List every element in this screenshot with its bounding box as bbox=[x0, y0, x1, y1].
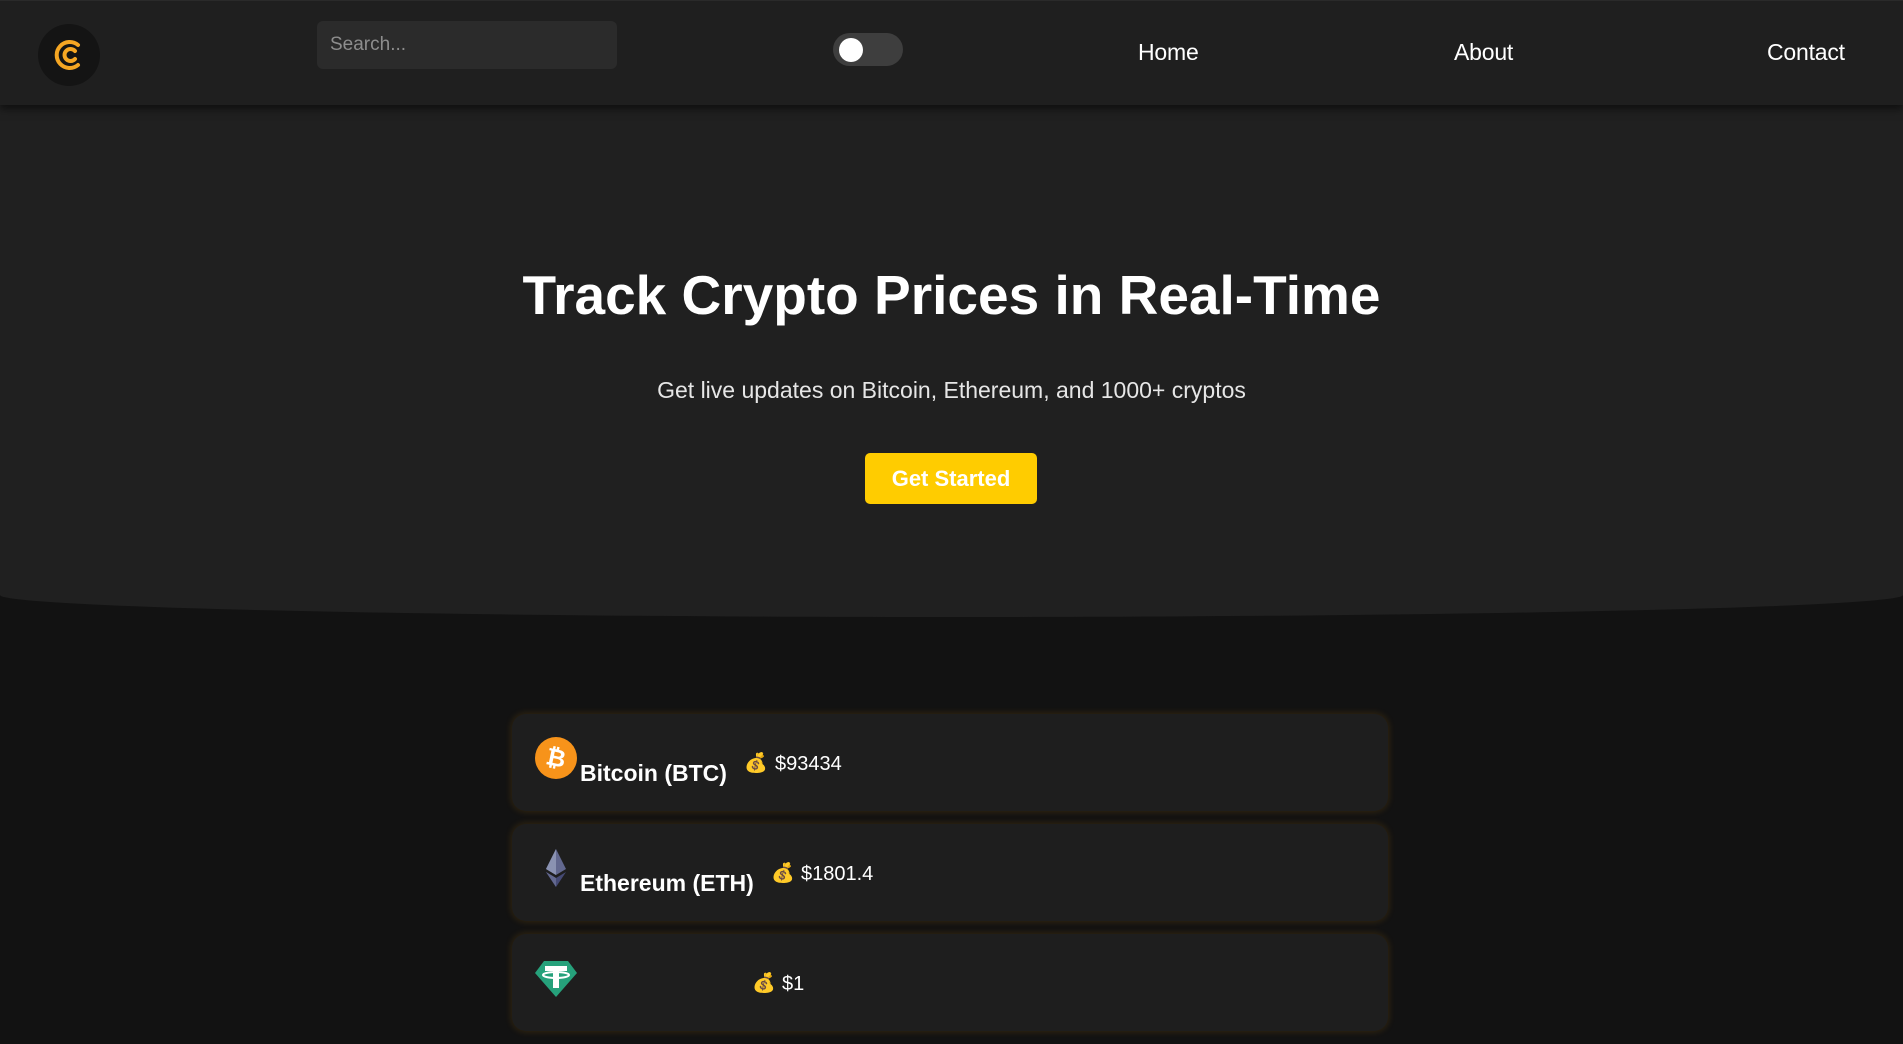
coin-card-bitcoin[interactable]: ₿ Bitcoin (BTC) 💰 $93434 bbox=[512, 714, 1388, 811]
coin-list: ₿ Bitcoin (BTC) 💰 $93434 Ethereum (ETH) … bbox=[512, 714, 1388, 1044]
ethereum-icon bbox=[535, 847, 577, 889]
money-bag-icon: 💰 bbox=[744, 753, 768, 774]
search-input[interactable] bbox=[317, 21, 617, 69]
bitcoin-icon: ₿ bbox=[535, 737, 577, 779]
money-bag-icon: 💰 bbox=[752, 973, 776, 994]
coin-card-tether[interactable]: 💰 $1 bbox=[512, 934, 1388, 1031]
hero-subtitle: Get live updates on Bitcoin, Ethereum, a… bbox=[657, 377, 1246, 403]
tether-icon bbox=[535, 957, 577, 999]
nav-link-home[interactable]: Home bbox=[1138, 39, 1199, 66]
get-started-button[interactable]: Get Started bbox=[865, 453, 1037, 504]
coin-price: $1801.4 bbox=[801, 863, 874, 885]
coin-name: Ethereum (ETH) bbox=[580, 870, 754, 896]
coin-card-ethereum[interactable]: Ethereum (ETH) 💰 $1801.4 bbox=[512, 824, 1388, 921]
theme-toggle[interactable] bbox=[833, 33, 903, 66]
toggle-knob bbox=[839, 38, 863, 62]
money-bag-icon: 💰 bbox=[771, 863, 795, 884]
hero-section bbox=[0, 105, 1903, 617]
coin-price: $93434 bbox=[775, 753, 842, 775]
nav-link-contact[interactable]: Contact bbox=[1767, 39, 1845, 66]
logo[interactable] bbox=[38, 24, 100, 86]
coin-price: $1 bbox=[782, 973, 805, 995]
navbar: Home About Contact bbox=[0, 0, 1903, 105]
hero-title: Track Crypto Prices in Real-Time bbox=[522, 264, 1381, 326]
nav-link-about[interactable]: About bbox=[1454, 39, 1513, 66]
coin-c-logo-icon bbox=[54, 40, 80, 70]
coin-name: Bitcoin (BTC) bbox=[580, 760, 727, 786]
